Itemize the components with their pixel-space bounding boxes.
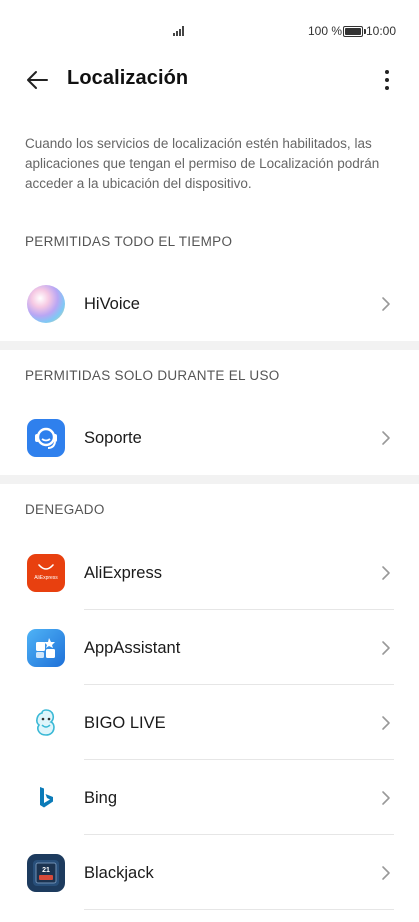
back-button[interactable] bbox=[20, 64, 54, 96]
more-dot-icon bbox=[385, 86, 389, 90]
more-options-button[interactable] bbox=[376, 66, 398, 94]
chevron-right-icon bbox=[382, 566, 390, 580]
app-name: Soporte bbox=[84, 429, 142, 447]
page-title: Localización bbox=[67, 67, 189, 89]
blackjack-icon: 21 bbox=[27, 854, 65, 892]
chevron-right-icon bbox=[382, 716, 390, 730]
row-divider bbox=[84, 909, 394, 910]
app-row-bigo-live[interactable]: BIGO LIVE bbox=[0, 686, 419, 760]
section-label-denied: DENEGADO bbox=[25, 502, 105, 517]
row-divider bbox=[84, 684, 394, 685]
signal-icon bbox=[173, 26, 184, 36]
app-row-soporte[interactable]: Soporte bbox=[0, 401, 419, 475]
chevron-right-icon bbox=[382, 431, 390, 445]
back-arrow-icon bbox=[27, 71, 48, 89]
section-separator bbox=[0, 341, 419, 350]
status-bar: 100 % 10:00 bbox=[0, 0, 419, 62]
chevron-right-icon bbox=[382, 641, 390, 655]
row-divider bbox=[84, 834, 394, 835]
app-header: Localización bbox=[0, 62, 419, 98]
row-divider bbox=[84, 609, 394, 610]
app-row-appassistant[interactable]: AppAssistant bbox=[0, 611, 419, 685]
app-name: AppAssistant bbox=[84, 639, 181, 657]
aliexpress-icon-text: AliExpress bbox=[34, 575, 58, 581]
battery-percent: 100 % bbox=[308, 24, 343, 38]
more-dot-icon bbox=[385, 70, 389, 74]
app-row-blackjack[interactable]: 21 Blackjack bbox=[0, 836, 419, 910]
chevron-right-icon bbox=[382, 297, 390, 311]
more-dot-icon bbox=[385, 78, 389, 82]
aliexpress-icon: AliExpress bbox=[27, 554, 65, 592]
chevron-right-icon bbox=[382, 866, 390, 880]
section-label-always: PERMITIDAS TODO EL TIEMPO bbox=[25, 234, 233, 249]
battery-icon bbox=[343, 26, 366, 37]
hivoice-icon bbox=[27, 285, 65, 323]
location-description: Cuando los servicios de localización est… bbox=[25, 136, 380, 191]
chevron-right-icon bbox=[382, 791, 390, 805]
blackjack-icon-text: 21 bbox=[42, 867, 50, 874]
section-separator bbox=[0, 475, 419, 484]
row-divider bbox=[84, 759, 394, 760]
app-name: Blackjack bbox=[84, 864, 154, 882]
app-name: HiVoice bbox=[84, 295, 140, 313]
appassistant-icon bbox=[27, 629, 65, 667]
section-label-while-using: PERMITIDAS SOLO DURANTE EL USO bbox=[25, 368, 280, 383]
clock: 10:00 bbox=[366, 24, 397, 38]
app-name: Bing bbox=[84, 789, 118, 807]
bing-icon bbox=[27, 779, 65, 817]
app-name: BIGO LIVE bbox=[84, 714, 166, 732]
support-icon bbox=[27, 419, 65, 457]
app-row-aliexpress[interactable]: AliExpress AliExpress bbox=[0, 536, 419, 610]
app-name: AliExpress bbox=[84, 564, 162, 582]
app-row-bing[interactable]: Bing bbox=[0, 761, 419, 835]
bigo-live-icon bbox=[27, 704, 65, 742]
app-row-hivoice[interactable]: HiVoice bbox=[0, 267, 419, 341]
